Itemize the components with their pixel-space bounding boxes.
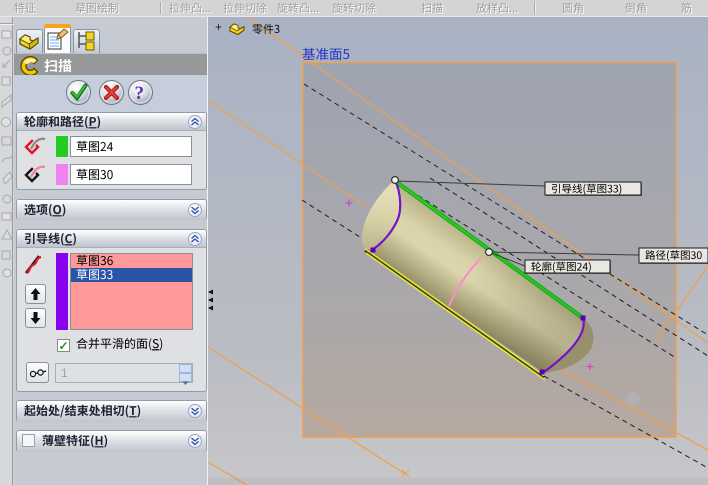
- svg-text:+: +: [215, 20, 222, 34]
- svg-text:?: ?: [135, 83, 145, 104]
